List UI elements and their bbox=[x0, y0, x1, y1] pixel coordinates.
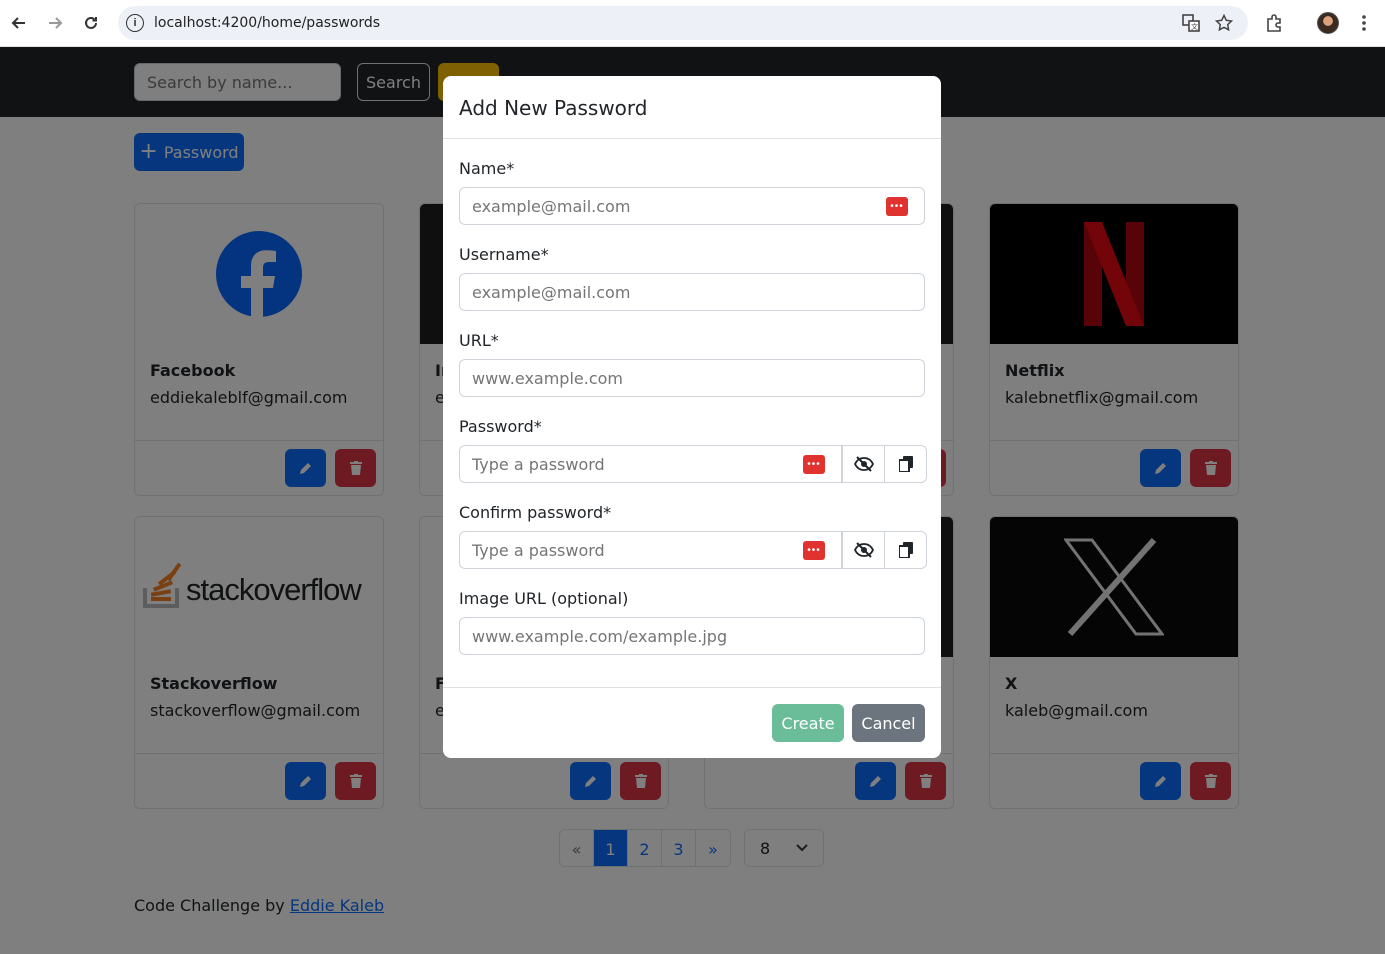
copy-button[interactable] bbox=[884, 445, 927, 483]
address-bar[interactable]: i localhost:4200/home/passwords bbox=[118, 6, 1248, 40]
copy-button[interactable] bbox=[884, 531, 927, 569]
modal-header: Add New Password bbox=[443, 76, 941, 139]
username-input[interactable] bbox=[459, 273, 925, 311]
confirm-password-label: Confirm password* bbox=[459, 503, 612, 522]
cancel-button[interactable]: Cancel bbox=[852, 704, 925, 742]
svg-text:文: 文 bbox=[1191, 22, 1198, 31]
password-label: Password* bbox=[459, 417, 542, 436]
browser-toolbar: i localhost:4200/home/passwords 文 bbox=[0, 0, 1385, 47]
copy-icon bbox=[898, 542, 913, 558]
back-icon[interactable] bbox=[7, 11, 31, 35]
create-button[interactable]: Create bbox=[772, 704, 844, 742]
profile-avatar[interactable] bbox=[1317, 12, 1339, 34]
name-label: Name* bbox=[459, 159, 515, 178]
bookmark-star-icon[interactable] bbox=[1213, 12, 1235, 34]
username-label: Username* bbox=[459, 245, 549, 264]
extensions-icon[interactable] bbox=[1263, 12, 1285, 34]
menu-kebab-icon[interactable] bbox=[1353, 12, 1375, 34]
reload-icon[interactable] bbox=[79, 11, 103, 35]
confirm-password-input[interactable] bbox=[459, 531, 842, 569]
image-url-input[interactable] bbox=[459, 617, 925, 655]
url-input[interactable] bbox=[459, 359, 925, 397]
copy-icon bbox=[898, 456, 913, 472]
modal-title: Add New Password bbox=[459, 96, 648, 120]
password-input[interactable] bbox=[459, 445, 842, 483]
forward-icon[interactable] bbox=[43, 11, 67, 35]
toggle-visibility-button[interactable] bbox=[842, 531, 885, 569]
name-input[interactable] bbox=[459, 187, 925, 225]
translate-icon[interactable]: 文 bbox=[1180, 12, 1202, 34]
eye-slash-icon bbox=[853, 456, 874, 472]
password-manager-icon[interactable]: ••• bbox=[803, 455, 825, 474]
url-text[interactable]: localhost:4200/home/passwords bbox=[154, 15, 380, 31]
password-manager-icon[interactable]: ••• bbox=[886, 197, 908, 216]
site-info-icon[interactable]: i bbox=[126, 14, 144, 32]
password-manager-icon[interactable]: ••• bbox=[803, 541, 825, 560]
toggle-visibility-button[interactable] bbox=[842, 445, 885, 483]
url-label: URL* bbox=[459, 331, 499, 350]
eye-slash-icon bbox=[853, 542, 874, 558]
image-url-label: Image URL (optional) bbox=[459, 589, 629, 608]
add-password-modal: Add New Password Name* ••• Username* URL… bbox=[443, 76, 941, 758]
